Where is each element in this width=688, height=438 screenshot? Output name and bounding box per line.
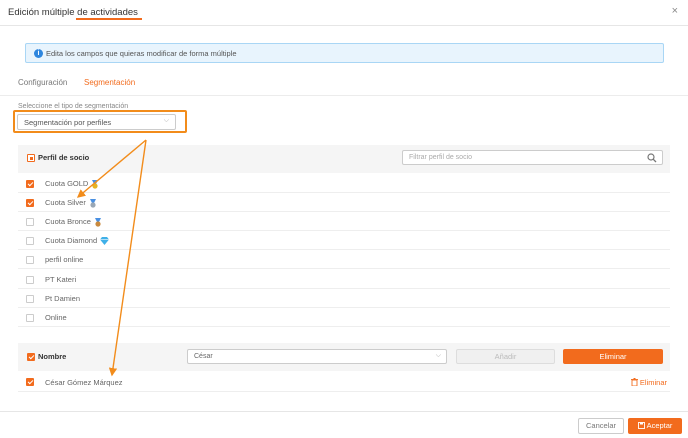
info-banner: i Edita los campos que quieras modificar… <box>25 43 664 63</box>
perfil-header-label: Perfil de socio <box>38 153 90 162</box>
diamond-icon <box>100 237 110 246</box>
search-icon[interactable] <box>647 153 657 163</box>
perfil-row[interactable]: perfil online <box>18 250 670 269</box>
perfil-label: Cuota GOLD <box>45 179 89 188</box>
bronze-medal-icon <box>94 217 101 227</box>
perfil-filter-placeholder: Filtrar perfil de socio <box>409 154 473 161</box>
perfil-row[interactable]: PT Kateri <box>18 270 670 289</box>
perfil-checkbox[interactable] <box>26 180 34 188</box>
remove-all-button[interactable]: Eliminar <box>563 349 663 364</box>
perfil-checkbox[interactable] <box>26 256 34 264</box>
perfil-label: Cuota Diamond <box>45 236 98 245</box>
dialog-title: Edición múltiple de actividades <box>8 7 138 18</box>
perfil-row[interactable]: Pt Damien <box>18 289 670 308</box>
accept-button[interactable]: Aceptar <box>628 418 682 434</box>
perfil-row[interactable]: Online <box>18 308 670 327</box>
dialog-header: Edición múltiple de actividades × <box>0 0 688 26</box>
silver-medal-icon <box>89 198 96 208</box>
footer-divider <box>0 411 688 412</box>
perfil-row[interactable]: Cuota Silver <box>18 193 670 212</box>
segmentation-label: Seleccione el tipo de segmentación <box>18 103 129 110</box>
perfil-checkbox[interactable] <box>26 276 34 284</box>
perfil-label: Cuota Bronce <box>45 217 91 226</box>
add-button[interactable]: Añadir <box>456 349 555 364</box>
remove-person-label: Eliminar <box>639 378 667 387</box>
person-row[interactable]: César Gómez Márquez Eliminar <box>18 373 670 392</box>
perfil-row[interactable]: Cuota Diamond <box>18 231 670 250</box>
perfil-label: perfil online <box>45 255 84 264</box>
chevron-down-icon: ⌵ <box>435 352 441 359</box>
cancel-button[interactable]: Cancelar <box>578 418 624 434</box>
person-checkbox[interactable] <box>26 378 34 386</box>
perfil-checkbox[interactable] <box>26 314 34 322</box>
trash-icon <box>630 378 638 387</box>
save-icon <box>637 422 645 429</box>
person-name: César Gómez Márquez <box>45 378 123 387</box>
nombre-select-all-checkbox[interactable] <box>27 353 35 361</box>
tab-segmentacion[interactable]: Segmentación <box>84 78 135 87</box>
perfil-checkbox[interactable] <box>26 199 34 207</box>
tabs-divider <box>0 95 688 96</box>
perfil-checkbox[interactable] <box>26 295 34 303</box>
perfil-row[interactable]: Cuota GOLD <box>18 174 670 193</box>
perfil-select-all-checkbox[interactable] <box>27 154 35 162</box>
remove-person-link[interactable]: Eliminar <box>630 378 667 387</box>
perfil-row[interactable]: Cuota Bronce <box>18 212 670 231</box>
perfil-label: Pt Damien <box>45 294 81 303</box>
info-text: Edita los campos que quieras modificar d… <box>46 49 237 58</box>
nombre-header-label: Nombre <box>38 352 67 361</box>
perfil-filter-input[interactable]: Filtrar perfil de socio <box>402 150 663 165</box>
perfil-label: Online <box>45 313 67 322</box>
nombre-select[interactable]: César ⌵ <box>187 349 447 364</box>
perfil-checkbox[interactable] <box>26 237 34 245</box>
active-tab-indicator <box>76 18 142 20</box>
tab-configuracion[interactable]: Configuración <box>18 78 67 87</box>
close-icon[interactable]: × <box>672 5 678 17</box>
nombre-select-value: César <box>194 353 213 360</box>
bulk-edit-dialog: Edición múltiple de actividades × i Edit… <box>0 0 688 438</box>
annotation-highlight-box <box>13 110 187 133</box>
gold-medal-icon <box>92 179 99 189</box>
accept-label: Aceptar <box>646 421 673 430</box>
info-icon: i <box>34 49 43 58</box>
perfil-label: PT Kateri <box>45 275 77 284</box>
perfil-label: Cuota Silver <box>45 198 86 207</box>
perfil-checkbox[interactable] <box>26 218 34 226</box>
